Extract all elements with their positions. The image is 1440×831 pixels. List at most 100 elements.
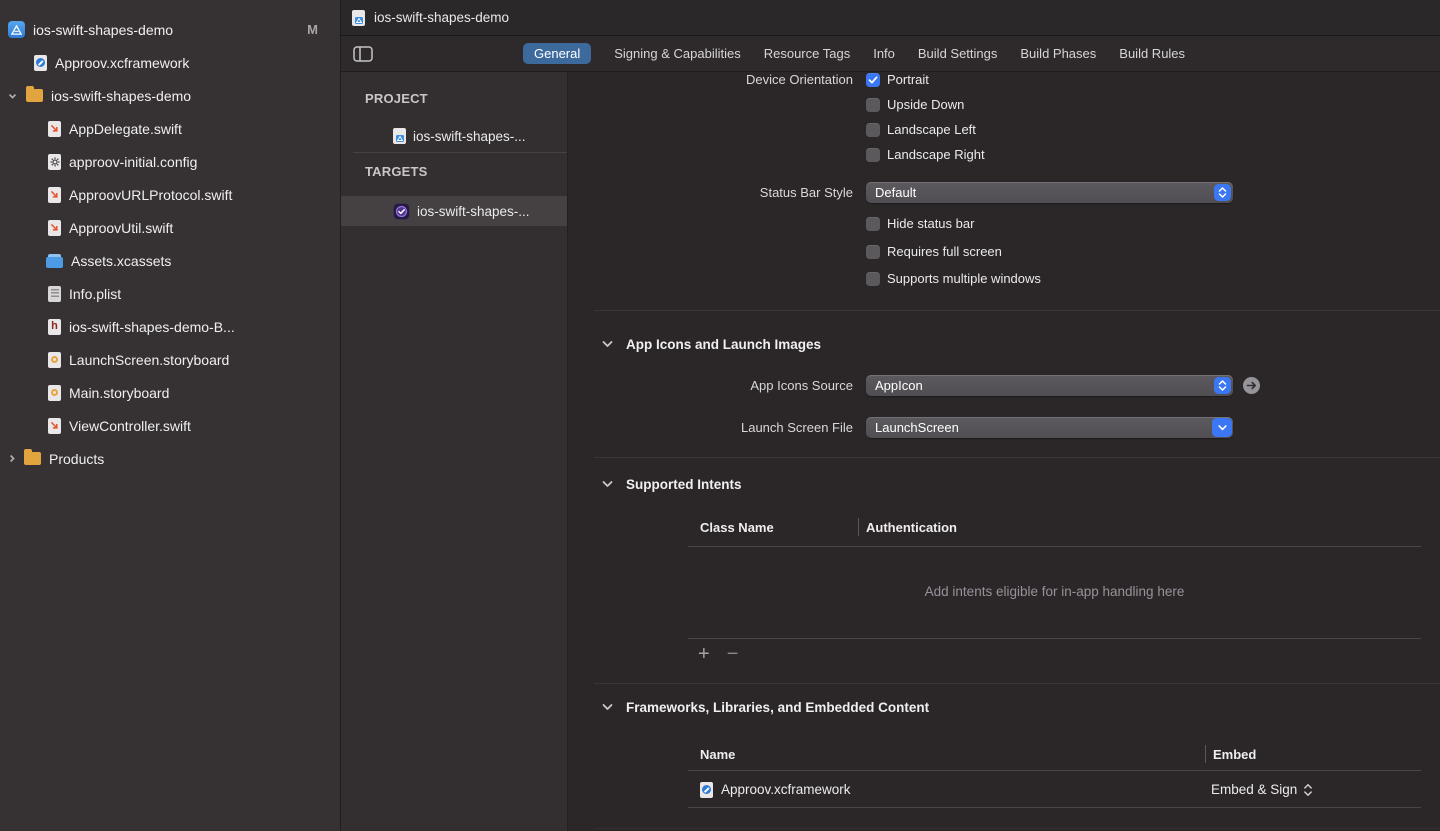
column-header-name[interactable]: Name: [700, 747, 735, 762]
framework-file-icon: [34, 55, 47, 71]
supported-intents-section-header[interactable]: Supported Intents: [568, 474, 1440, 494]
tab-build-phases[interactable]: Build Phases: [1020, 46, 1096, 61]
project-targets-panel: PROJECT ios-swift-shapes-... TARGETS ios…: [341, 72, 568, 831]
supported-intents-table: Class Name Authentication Add intents el…: [688, 517, 1421, 662]
tab-signing-capabilities[interactable]: Signing & Capabilities: [614, 46, 740, 61]
checkbox-portrait[interactable]: [866, 73, 880, 87]
embed-mode-select[interactable]: Embed & Sign: [1211, 782, 1313, 797]
nav-item-group-folder[interactable]: ios-swift-shapes-demo: [0, 79, 340, 112]
checkbox-supports-multiple-windows[interactable]: [866, 272, 880, 286]
table-header-row: Class Name Authentication: [688, 517, 1421, 537]
app-icons-source-row: App Icons Source AppIcon: [568, 373, 1440, 398]
nav-item-file[interactable]: Main.storyboard: [0, 376, 340, 409]
chevron-down-icon[interactable]: [602, 703, 613, 711]
nav-item-file[interactable]: h ios-swift-shapes-demo-B...: [0, 310, 340, 343]
project-item[interactable]: ios-swift-shapes-...: [341, 122, 567, 150]
chevron-down-icon[interactable]: [602, 340, 613, 348]
checkbox-upside-down[interactable]: [866, 98, 880, 112]
nav-item-file[interactable]: Assets.xcassets: [0, 244, 340, 277]
popup-stepper-icon: [1214, 184, 1231, 201]
nav-item-label: AppDelegate.swift: [69, 121, 182, 137]
nav-item-file[interactable]: AppDelegate.swift: [0, 112, 340, 145]
chevron-down-icon[interactable]: [6, 92, 18, 100]
nav-item-xcframework[interactable]: Approov.xcframework: [0, 46, 340, 79]
remove-intent-button[interactable]: −: [727, 646, 739, 662]
editor-file-title[interactable]: ios-swift-shapes-demo: [374, 10, 509, 25]
add-intent-button[interactable]: +: [698, 646, 710, 662]
checkbox-landscape-left[interactable]: [866, 123, 880, 137]
sidebar-toggle-icon[interactable]: [353, 46, 373, 62]
column-header-embed[interactable]: Embed: [1213, 747, 1256, 762]
tab-general[interactable]: General: [523, 43, 591, 64]
table-rule: [688, 807, 1421, 808]
field-label: Status Bar Style: [568, 185, 853, 200]
popup-value: Default: [875, 185, 916, 200]
framework-row[interactable]: Approov.xcframework Embed & Sign: [688, 777, 1421, 802]
nav-item-file[interactable]: ApproovURLProtocol.swift: [0, 178, 340, 211]
checkbox-label: Landscape Left: [887, 122, 976, 137]
xcode-window: ios-swift-shapes-demo M Approov.xcframew…: [0, 0, 1440, 831]
popup-value: AppIcon: [875, 378, 923, 393]
nav-item-file[interactable]: approov-initial.config: [0, 145, 340, 178]
swift-file-icon: [48, 418, 61, 434]
popup-stepper-icon: [1214, 377, 1231, 394]
nav-item-file[interactable]: Info.plist: [0, 277, 340, 310]
launch-screen-file-combo[interactable]: LaunchScreen: [866, 417, 1233, 438]
nav-item-file[interactable]: LaunchScreen.storyboard: [0, 343, 340, 376]
storyboard-file-icon: [48, 352, 61, 368]
settings-tabs: General Signing & Capabilities Resource …: [523, 43, 1185, 64]
device-orientation-row: Landscape Right: [568, 142, 1440, 167]
panel-divider: [353, 152, 567, 153]
target-item-selected[interactable]: ios-swift-shapes-...: [341, 196, 567, 226]
nav-item-file[interactable]: ViewController.swift: [0, 409, 340, 442]
nav-item-products[interactable]: Products: [0, 442, 340, 475]
targets-header: TARGETS: [365, 164, 567, 180]
table-rule: [688, 770, 1421, 771]
tab-build-rules[interactable]: Build Rules: [1119, 46, 1185, 61]
column-divider[interactable]: [858, 518, 859, 536]
status-bar-option-row: Requires full screen: [568, 239, 1440, 264]
embed-mode-value: Embed & Sign: [1211, 782, 1297, 797]
device-orientation-row: Upside Down: [568, 92, 1440, 117]
section-divider: [594, 310, 1440, 311]
plist-file-icon: [48, 286, 61, 302]
table-toolbar: + −: [698, 646, 1421, 662]
app-icons-source-popup[interactable]: AppIcon: [866, 375, 1233, 396]
tab-info[interactable]: Info: [873, 46, 895, 61]
tab-resource-tags[interactable]: Resource Tags: [764, 46, 850, 61]
project-item-label: ios-swift-shapes-...: [413, 129, 526, 144]
field-label: App Icons Source: [568, 378, 853, 393]
chevron-right-icon[interactable]: [6, 454, 18, 463]
launch-screen-file-row: Launch Screen File LaunchScreen: [568, 415, 1440, 440]
checkbox-hide-status-bar[interactable]: [866, 217, 880, 231]
nav-item-file[interactable]: ApproovUtil.swift: [0, 211, 340, 244]
device-orientation-row: Device Orientation Portrait: [568, 72, 1440, 92]
column-divider[interactable]: [1205, 745, 1206, 763]
section-title: Frameworks, Libraries, and Embedded Cont…: [626, 700, 929, 715]
section-title: Supported Intents: [626, 477, 742, 492]
folder-icon: [24, 452, 41, 465]
file-navigator: ios-swift-shapes-demo M Approov.xcframew…: [0, 0, 341, 831]
checkbox-landscape-right[interactable]: [866, 148, 880, 162]
chevron-down-icon[interactable]: [602, 480, 613, 488]
checkbox-label: Hide status bar: [887, 216, 974, 231]
target-item-label: ios-swift-shapes-...: [417, 204, 530, 219]
nav-item-label: Assets.xcassets: [71, 253, 171, 269]
nav-item-label: ios-swift-shapes-demo-B...: [69, 319, 235, 335]
framework-name: Approov.xcframework: [721, 782, 851, 797]
table-rule: [688, 638, 1421, 639]
jump-arrow-button[interactable]: [1243, 377, 1260, 394]
checkbox-requires-full-screen[interactable]: [866, 245, 880, 259]
settings-body: PROJECT ios-swift-shapes-... TARGETS ios…: [341, 72, 1440, 831]
column-header-class-name[interactable]: Class Name: [700, 520, 774, 535]
tab-build-settings[interactable]: Build Settings: [918, 46, 998, 61]
app-icons-section-header[interactable]: App Icons and Launch Images: [568, 334, 1440, 354]
swift-file-icon: [48, 121, 61, 137]
nav-item-label: approov-initial.config: [69, 154, 197, 170]
column-header-authentication[interactable]: Authentication: [866, 520, 957, 535]
device-orientation-row: Landscape Left: [568, 117, 1440, 142]
status-bar-style-popup[interactable]: Default: [866, 182, 1233, 203]
frameworks-section-header[interactable]: Frameworks, Libraries, and Embedded Cont…: [568, 697, 1440, 717]
nav-item-project-root[interactable]: ios-swift-shapes-demo M: [0, 13, 340, 46]
empty-table-placeholder: Add intents eligible for in-app handling…: [688, 581, 1421, 601]
